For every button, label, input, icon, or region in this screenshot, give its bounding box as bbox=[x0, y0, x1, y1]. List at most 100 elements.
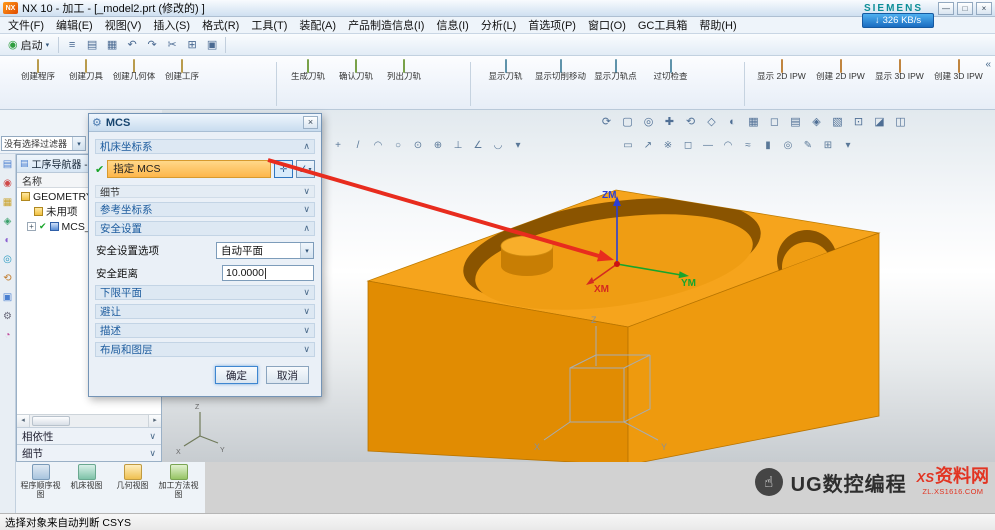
description-section-header[interactable]: 描述 ∨ bbox=[95, 323, 315, 338]
datum-axis-icon[interactable]: ↗ bbox=[640, 137, 656, 153]
layout-layer-section-header[interactable]: 布局和图层 ∨ bbox=[95, 342, 315, 357]
paste-icon[interactable]: ▣ bbox=[203, 36, 221, 54]
overflow-icon[interactable]: ▾ bbox=[840, 137, 856, 153]
zoom-icon[interactable]: ◎ bbox=[640, 113, 657, 130]
arc-snap-icon[interactable]: ◠ bbox=[370, 137, 386, 153]
menu-item[interactable]: 格式(R) bbox=[196, 16, 245, 34]
history-icon[interactable]: ⟲ bbox=[3, 274, 11, 284]
machining-method-view-button[interactable]: 加工方法视图 bbox=[156, 463, 201, 513]
iso-view-icon[interactable]: ◈ bbox=[808, 113, 825, 130]
machine-tool-view-button[interactable]: 机床视图 bbox=[64, 463, 109, 513]
ribbon-button[interactable]: 显示切削移动 bbox=[533, 59, 588, 92]
cancel-button[interactable]: 取消 bbox=[266, 366, 309, 384]
sketch-icon[interactable]: ◻ bbox=[680, 137, 696, 153]
scrollbar-thumb[interactable] bbox=[32, 416, 70, 426]
save-icon[interactable]: ▦ bbox=[103, 36, 121, 54]
ribbon-button[interactable]: 创建程序 bbox=[14, 59, 62, 92]
constraint-navigator-icon[interactable]: ◉ bbox=[3, 179, 12, 189]
ribbon-button[interactable]: 列出刀轨 bbox=[380, 59, 428, 92]
ribbon-button[interactable]: 显示 2D IPW bbox=[752, 59, 811, 92]
ribbon-button[interactable]: 创建 2D IPW bbox=[811, 59, 870, 92]
point-dialog-button[interactable]: ∠ ▾ bbox=[296, 160, 315, 178]
hole-icon[interactable]: ◎ bbox=[780, 137, 796, 153]
snapshot-icon[interactable]: ⊡ bbox=[850, 113, 867, 130]
datum-plane-icon[interactable]: ▭ bbox=[620, 137, 636, 153]
machining-wizard-icon[interactable]: ⚙ bbox=[3, 312, 12, 322]
menu-item[interactable]: 首选项(P) bbox=[522, 16, 582, 34]
menu-item[interactable]: 装配(A) bbox=[293, 16, 342, 34]
render-style-icon[interactable]: ◪ bbox=[871, 113, 888, 130]
safety-section-header[interactable]: 安全设置 ∧ bbox=[95, 221, 315, 236]
maximize-button[interactable]: □ bbox=[957, 2, 973, 15]
refresh-icon[interactable]: ⟳ bbox=[598, 113, 615, 130]
menu-item[interactable]: 工具(T) bbox=[245, 16, 293, 34]
csys-icon[interactable]: ※ bbox=[660, 137, 676, 153]
fit-view-icon[interactable]: ▢ bbox=[619, 113, 636, 130]
circle-snap-icon[interactable]: ○ bbox=[390, 137, 406, 153]
expand-icon[interactable]: + bbox=[27, 222, 36, 231]
ribbon-button[interactable]: 确认刀轨 bbox=[332, 59, 380, 92]
scroll-left-icon[interactable]: ◂ bbox=[17, 415, 30, 427]
window-split-icon[interactable]: ◫ bbox=[892, 113, 909, 130]
more-tools-icon[interactable]: ⊞ bbox=[820, 137, 836, 153]
rotate-icon[interactable]: ⟲ bbox=[682, 113, 699, 130]
hd3d-tool-icon[interactable]: ◐ bbox=[4, 236, 10, 246]
start-menu-button[interactable]: ◉ 启动 ▾ bbox=[3, 36, 54, 54]
menu-item[interactable]: 信息(I) bbox=[430, 16, 474, 34]
specify-mcs-field[interactable]: 指定 MCS bbox=[107, 160, 271, 178]
assembly-navigator-icon[interactable]: ▤ bbox=[3, 160, 12, 170]
trimetric-view-icon[interactable]: ◇ bbox=[703, 113, 720, 130]
menu-item[interactable]: 视图(V) bbox=[99, 16, 148, 34]
avoidance-section-header[interactable]: 避让 ∨ bbox=[95, 304, 315, 319]
quadrant-snap-icon[interactable]: ⊕ bbox=[430, 137, 446, 153]
download-speed-badge[interactable]: ↓ 326 KB/s bbox=[862, 13, 934, 28]
spline-icon[interactable]: ≈ bbox=[740, 137, 756, 153]
copy-icon[interactable]: ⊞ bbox=[183, 36, 201, 54]
point-snap-icon[interactable]: + bbox=[330, 137, 346, 153]
ribbon-button[interactable]: 创建几何体 bbox=[110, 59, 158, 92]
front-view-icon[interactable]: ◻ bbox=[766, 113, 783, 130]
snap-options-icon[interactable]: ▾ bbox=[510, 137, 526, 153]
geometry-view-button[interactable]: 几何视图 bbox=[110, 463, 155, 513]
extrude-icon[interactable]: ▮ bbox=[760, 137, 776, 153]
horizontal-scrollbar[interactable]: ◂ ▸ bbox=[17, 414, 161, 427]
part-navigator-icon[interactable]: ▦ bbox=[3, 198, 12, 208]
line-icon[interactable]: — bbox=[700, 137, 716, 153]
machine-csys-section-header[interactable]: 机床坐标系 ∧ bbox=[95, 139, 315, 154]
menu-item[interactable]: 插入(S) bbox=[147, 16, 196, 34]
shaded-with-edges-icon[interactable]: ◐ bbox=[724, 113, 741, 130]
pan-icon[interactable]: ✚ bbox=[661, 113, 678, 130]
edit-object-icon[interactable]: ✎ bbox=[800, 137, 816, 153]
mcs-dialog-titlebar[interactable]: ⚙ MCS × bbox=[89, 114, 321, 132]
perpendicular-snap-icon[interactable]: ⊥ bbox=[450, 137, 466, 153]
menu-item[interactable]: 窗口(O) bbox=[582, 16, 632, 34]
section-view-icon[interactable]: ▧ bbox=[829, 113, 846, 130]
detail-subsection[interactable]: 细节 ∨ bbox=[95, 185, 315, 198]
reuse-library-icon[interactable]: ◈ bbox=[4, 217, 12, 227]
ribbon-button[interactable]: 显示刀轨点 bbox=[588, 59, 643, 92]
lower-limit-section-header[interactable]: 下限平面 ∨ bbox=[95, 285, 315, 300]
ok-button[interactable]: 确定 bbox=[215, 366, 258, 384]
center-snap-icon[interactable]: ⊙ bbox=[410, 137, 426, 153]
details-section[interactable]: 细节 ∨ bbox=[17, 444, 161, 461]
minimize-button[interactable]: — bbox=[938, 2, 954, 15]
scroll-right-icon[interactable]: ▸ bbox=[148, 415, 161, 427]
menu-item[interactable]: 分析(L) bbox=[475, 16, 522, 34]
arc-icon[interactable]: ◠ bbox=[720, 137, 736, 153]
program-order-view-button[interactable]: 程序顺序视图 bbox=[18, 463, 63, 513]
line-snap-icon[interactable]: / bbox=[350, 137, 366, 153]
menu-item[interactable]: GC工具箱 bbox=[632, 16, 694, 34]
menu-item[interactable]: 产品制造信息(I) bbox=[342, 16, 430, 34]
angle-snap-icon[interactable]: ∠ bbox=[470, 137, 486, 153]
ribbon-button[interactable]: 创建刀具 bbox=[62, 59, 110, 92]
web-browser-icon[interactable]: ◎ bbox=[3, 255, 12, 265]
ribbon-button[interactable]: 生成刀轨 bbox=[284, 59, 332, 92]
dependencies-section[interactable]: 相依性 ∨ bbox=[17, 427, 161, 444]
ribbon-button[interactable]: 显示刀轨 bbox=[478, 59, 533, 92]
menu-item[interactable]: 文件(F) bbox=[2, 16, 50, 34]
process-studio-icon[interactable]: ▣ bbox=[3, 293, 12, 303]
menu-icon[interactable]: ≡ bbox=[63, 36, 81, 54]
wireframe-icon[interactable]: ▦ bbox=[745, 113, 762, 130]
close-icon[interactable]: × bbox=[303, 116, 318, 129]
menu-item[interactable]: 帮助(H) bbox=[693, 16, 742, 34]
